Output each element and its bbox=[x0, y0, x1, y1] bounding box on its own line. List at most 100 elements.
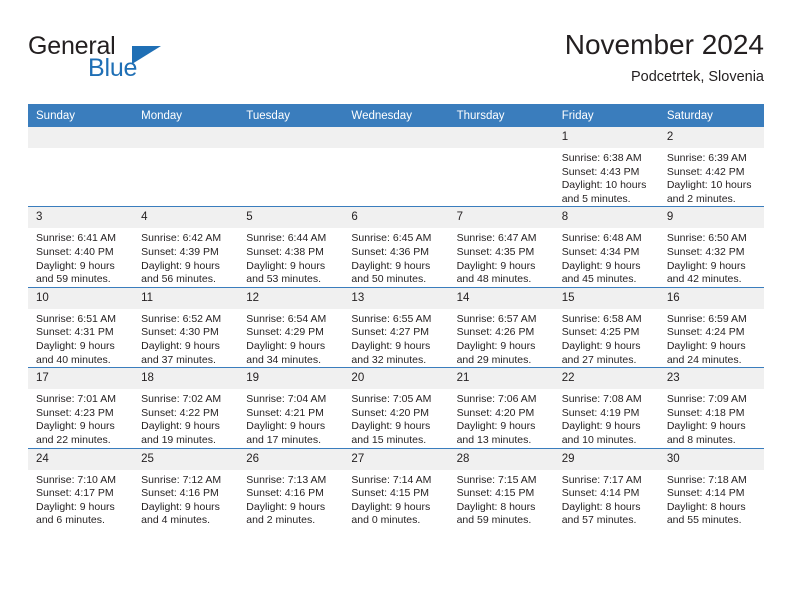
calendar-day-cell[interactable]: 24 Sunrise: 7:10 AM Sunset: 4:17 PM Dayligh… bbox=[28, 447, 134, 528]
day-detail-line: Sunset: 4:31 PM bbox=[36, 326, 114, 339]
calendar-day-cell[interactable]: 14 Sunrise: 6:57 AM Sunset: 4:26 PM Dayligh… bbox=[448, 286, 554, 368]
day-detail-line: and 48 minutes. bbox=[456, 273, 532, 286]
day-detail-line: and 0 minutes. bbox=[351, 514, 421, 527]
day-number: 14 bbox=[448, 287, 554, 309]
calendar-day-cell[interactable]: 21 Sunrise: 7:06 AM Sunset: 4:20 PM Dayligh… bbox=[448, 367, 554, 448]
day-detail-line: Sunset: 4:16 PM bbox=[246, 487, 324, 500]
title-block: November 2024 Podcetrtek, Slovenia bbox=[565, 28, 764, 88]
calendar-day-cell[interactable]: 22 Sunrise: 7:08 AM Sunset: 4:19 PM Dayligh… bbox=[553, 367, 659, 448]
day-detail-line: Daylight: 9 hours bbox=[561, 339, 641, 352]
day-detail-line: and 55 minutes. bbox=[666, 514, 742, 527]
day-detail-line: Sunrise: 7:14 AM bbox=[351, 473, 432, 486]
calendar-grid: Sunday Monday Tuesday Wednesday Thursday Frid… bbox=[28, 104, 764, 528]
day-number: 1 bbox=[553, 127, 659, 148]
calendar-day-cell[interactable]: 15 Sunrise: 6:58 AM Sunset: 4:25 PM Dayligh… bbox=[553, 286, 659, 368]
day-detail-line: Sunset: 4:14 PM bbox=[666, 487, 745, 500]
day-number bbox=[343, 127, 449, 148]
day-detail-line: Sunrise: 6:52 AM bbox=[141, 312, 222, 325]
day-detail-line: and 57 minutes. bbox=[561, 514, 637, 527]
calendar-day-cell[interactable]: 7 Sunrise: 6:47 AM Sunset: 4:35 PM Daylight… bbox=[448, 206, 554, 288]
day-detail-line: Sunrise: 7:15 AM bbox=[456, 473, 537, 486]
day-detail-line: and 50 minutes. bbox=[351, 273, 427, 286]
day-detail-line: Daylight: 9 hours bbox=[36, 420, 115, 433]
calendar-day-cell[interactable]: 12 Sunrise: 6:54 AM Sunset: 4:29 PM Dayligh… bbox=[238, 286, 344, 368]
day-number: 24 bbox=[28, 448, 134, 470]
day-details: Sunrise: 6:50 AM Sunset: 4:32 PM Daylight:… bbox=[659, 228, 764, 286]
calendar-week-row: 10 Sunrise: 6:51 AM Sunset: 4:31 PM Dayligh… bbox=[28, 286, 764, 368]
day-detail-line: Sunrise: 6:58 AM bbox=[561, 312, 642, 325]
calendar-day-cell[interactable]: 9 Sunrise: 6:50 AM Sunset: 4:32 PM Daylight… bbox=[658, 206, 764, 288]
day-detail-line: Daylight: 9 hours bbox=[561, 420, 641, 433]
day-detail-line: and 10 minutes. bbox=[561, 433, 637, 446]
day-detail-line: Sunrise: 6:57 AM bbox=[456, 312, 537, 325]
calendar-day-cell[interactable]: 6 Sunrise: 6:45 AM Sunset: 4:36 PM Daylight… bbox=[343, 206, 449, 288]
day-number: 15 bbox=[553, 287, 659, 309]
calendar-day-cell[interactable]: 19 Sunrise: 7:04 AM Sunset: 4:21 PM Dayligh… bbox=[238, 367, 344, 448]
day-details: Sunrise: 7:10 AM Sunset: 4:17 PM Daylight:… bbox=[28, 470, 133, 528]
day-number: 22 bbox=[553, 368, 659, 390]
calendar-day-cell[interactable]: 11 Sunrise: 6:52 AM Sunset: 4:30 PM Dayligh… bbox=[133, 286, 239, 368]
calendar-day-cell[interactable]: 28 Sunrise: 7:15 AM Sunset: 4:15 PM Dayligh… bbox=[448, 447, 554, 528]
day-detail-line: and 17 minutes. bbox=[246, 433, 321, 446]
day-detail-line: Sunset: 4:18 PM bbox=[666, 406, 745, 419]
day-number: 29 bbox=[553, 448, 659, 470]
day-detail-line: Sunset: 4:17 PM bbox=[36, 487, 114, 500]
calendar-day-cell[interactable]: 10 Sunrise: 6:51 AM Sunset: 4:31 PM Dayligh… bbox=[28, 286, 134, 368]
day-number: 13 bbox=[343, 287, 449, 309]
day-number: 23 bbox=[658, 368, 764, 390]
logo-text-blue: Blue bbox=[88, 54, 138, 82]
calendar-day-cell[interactable]: 26 Sunrise: 7:13 AM Sunset: 4:16 PM Dayligh… bbox=[238, 447, 344, 528]
day-details: Sunrise: 7:08 AM Sunset: 4:19 PM Daylight:… bbox=[554, 389, 659, 447]
calendar-week-row: 24 Sunrise: 7:10 AM Sunset: 4:17 PM Dayligh… bbox=[28, 447, 764, 528]
day-details: Sunrise: 6:48 AM Sunset: 4:34 PM Daylight:… bbox=[554, 228, 659, 286]
day-details: Sunrise: 6:42 AM Sunset: 4:39 PM Daylight:… bbox=[133, 228, 238, 286]
day-detail-line: Sunrise: 6:39 AM bbox=[666, 152, 747, 164]
calendar-day-cell[interactable]: 30 Sunrise: 7:18 AM Sunset: 4:14 PM Dayligh… bbox=[658, 447, 764, 528]
calendar-day-cell[interactable]: 4 Sunrise: 6:42 AM Sunset: 4:39 PM Daylight… bbox=[133, 206, 239, 288]
day-detail-line: Daylight: 8 hours bbox=[666, 500, 746, 513]
day-number: 28 bbox=[448, 448, 554, 470]
calendar-day-cell[interactable]: 25 Sunrise: 7:12 AM Sunset: 4:16 PM Dayligh… bbox=[133, 447, 239, 528]
day-detail-line: and 56 minutes. bbox=[141, 273, 216, 286]
day-detail-line: Daylight: 9 hours bbox=[141, 500, 220, 513]
day-detail-line: Sunset: 4:23 PM bbox=[36, 406, 114, 419]
calendar-day-cell[interactable]: 1 Sunrise: 6:38 AM Sunset: 4:43 PM Daylight… bbox=[553, 127, 659, 207]
day-detail-line: Sunrise: 7:08 AM bbox=[561, 393, 642, 406]
day-details: Sunrise: 7:01 AM Sunset: 4:23 PM Daylight:… bbox=[28, 389, 133, 447]
day-detail-line: and 13 minutes. bbox=[456, 433, 532, 446]
day-detail-line: Sunrise: 7:06 AM bbox=[456, 393, 537, 406]
day-details: Sunrise: 7:06 AM Sunset: 4:20 PM Daylight:… bbox=[449, 389, 554, 447]
calendar-day-cell[interactable]: 29 Sunrise: 7:17 AM Sunset: 4:14 PM Dayligh… bbox=[553, 447, 659, 528]
day-detail-line: and 15 minutes. bbox=[351, 433, 427, 446]
day-detail-line: Daylight: 9 hours bbox=[36, 339, 115, 352]
day-detail-line: Daylight: 9 hours bbox=[36, 500, 115, 513]
day-detail-line: and 37 minutes. bbox=[141, 353, 216, 366]
calendar-day-cell[interactable]: 20 Sunrise: 7:05 AM Sunset: 4:20 PM Dayligh… bbox=[343, 367, 449, 448]
calendar-day-cell[interactable]: 3 Sunrise: 6:41 AM Sunset: 4:40 PM Daylight… bbox=[28, 206, 134, 288]
day-details: Sunrise: 7:09 AM Sunset: 4:18 PM Daylight:… bbox=[659, 389, 764, 447]
day-detail-line: Sunrise: 6:38 AM bbox=[561, 152, 642, 164]
calendar-day-cell[interactable]: 18 Sunrise: 7:02 AM Sunset: 4:22 PM Dayligh… bbox=[133, 367, 239, 448]
day-detail-line: Sunset: 4:27 PM bbox=[351, 326, 430, 339]
calendar-day-cell[interactable]: 27 Sunrise: 7:14 AM Sunset: 4:15 PM Dayligh… bbox=[343, 447, 449, 528]
day-details: Sunrise: 6:54 AM Sunset: 4:29 PM Daylight:… bbox=[238, 309, 343, 367]
day-details: Sunrise: 6:44 AM Sunset: 4:38 PM Daylight:… bbox=[238, 228, 343, 286]
day-detail-line: Daylight: 9 hours bbox=[666, 259, 746, 272]
calendar-day-cell[interactable]: 5 Sunrise: 6:44 AM Sunset: 4:38 PM Daylight… bbox=[238, 206, 344, 288]
day-number: 19 bbox=[238, 368, 344, 390]
day-details bbox=[449, 148, 554, 152]
calendar-day-cell[interactable]: 2 Sunrise: 6:39 AM Sunset: 4:42 PM Daylight… bbox=[658, 127, 764, 207]
calendar-day-cell[interactable]: 16 Sunrise: 6:59 AM Sunset: 4:24 PM Dayligh… bbox=[658, 286, 764, 368]
day-detail-line: and 59 minutes. bbox=[456, 514, 532, 527]
day-detail-line: Sunset: 4:24 PM bbox=[666, 326, 745, 339]
calendar-day-cell[interactable]: 23 Sunrise: 7:09 AM Sunset: 4:18 PM Dayligh… bbox=[658, 367, 764, 448]
calendar-day-cell[interactable]: 8 Sunrise: 6:48 AM Sunset: 4:34 PM Daylight… bbox=[553, 206, 659, 288]
calendar-day-cell[interactable]: 17 Sunrise: 7:01 AM Sunset: 4:23 PM Dayligh… bbox=[28, 367, 134, 448]
day-details bbox=[133, 148, 238, 152]
calendar-day-cell-empty bbox=[448, 127, 554, 207]
day-number: 11 bbox=[133, 287, 239, 309]
day-detail-line: Sunset: 4:34 PM bbox=[561, 245, 640, 258]
calendar-day-cell[interactable]: 13 Sunrise: 6:55 AM Sunset: 4:27 PM Dayligh… bbox=[343, 286, 449, 368]
day-detail-line: Daylight: 9 hours bbox=[246, 500, 326, 513]
day-detail-line: Sunset: 4:21 PM bbox=[246, 406, 324, 419]
